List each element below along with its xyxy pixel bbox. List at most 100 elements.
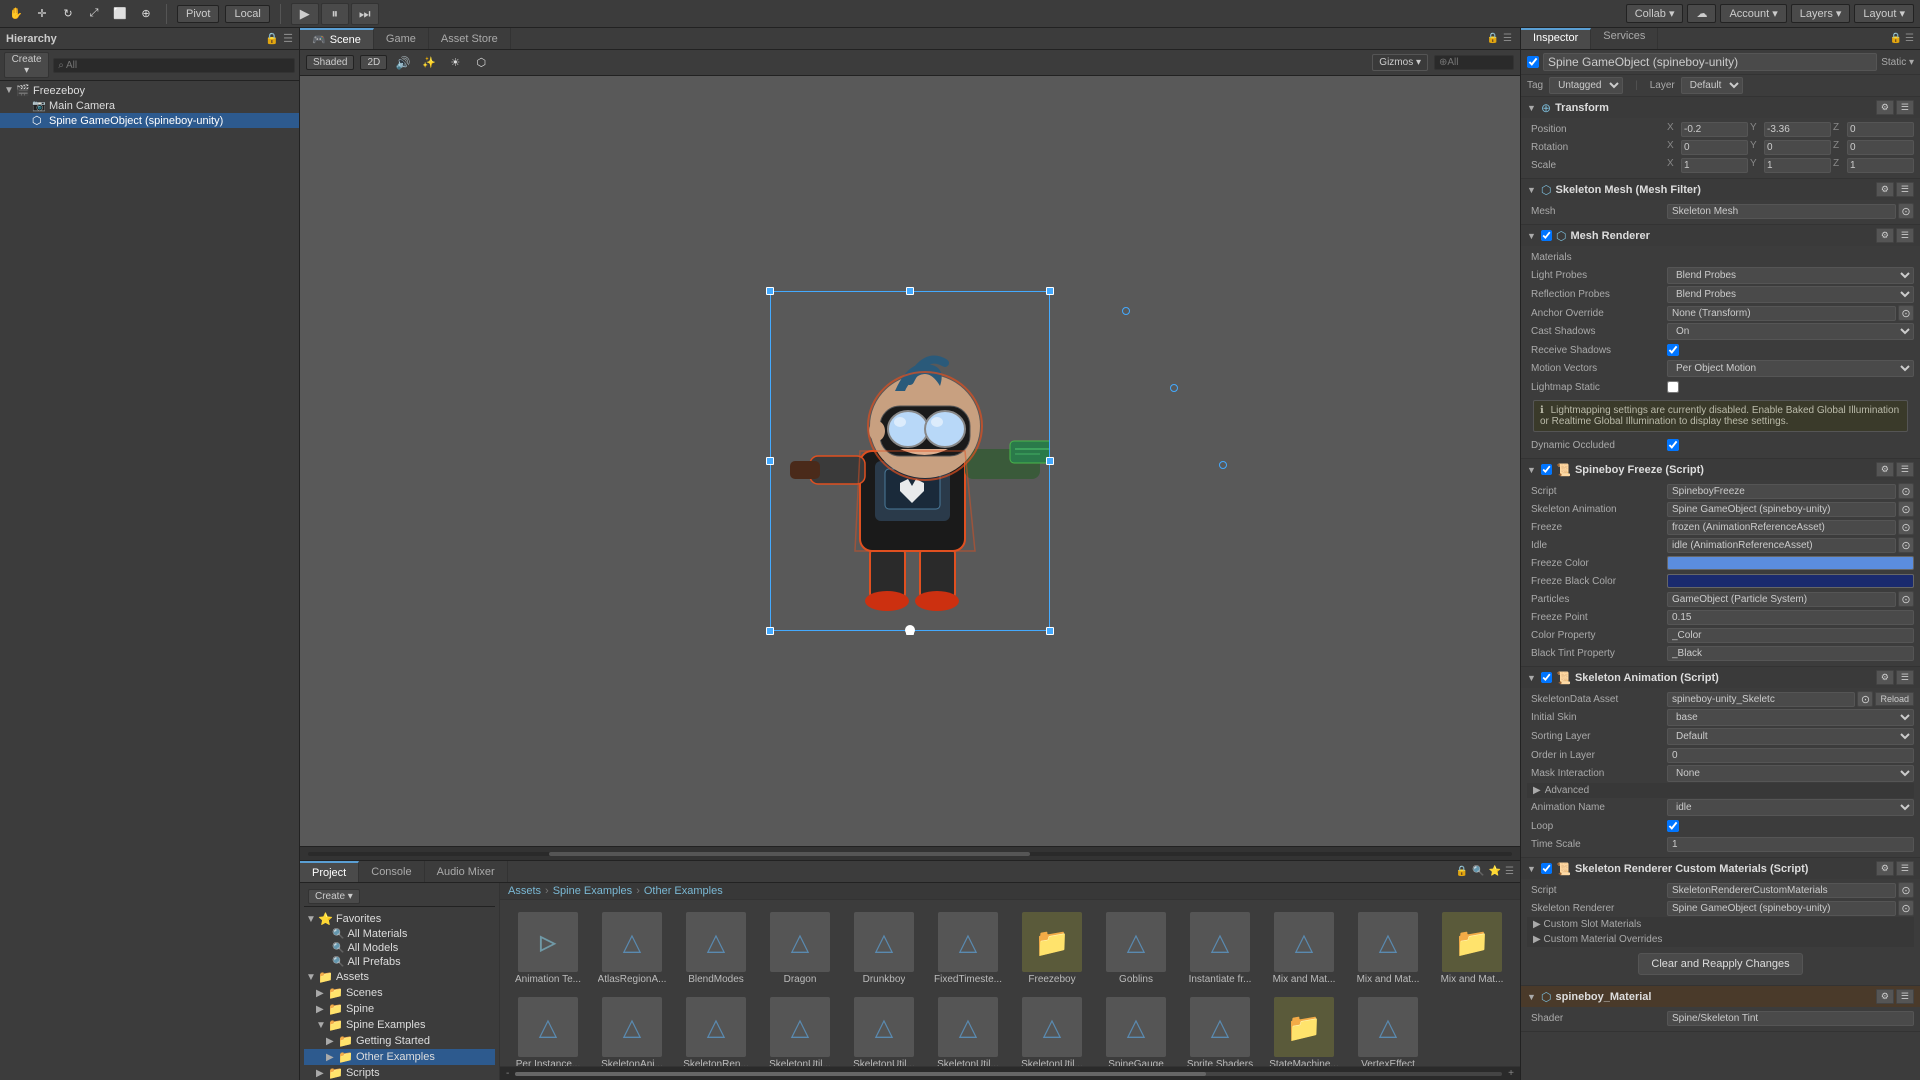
hierarchy-menu[interactable]: ☰ [283,32,293,45]
proj-item-assets[interactable]: ▼ 📁 Assets [304,969,495,985]
animation-name-select[interactable]: idle [1667,799,1914,816]
bottom-menu-icon[interactable]: ☰ [1505,866,1514,877]
color-property-input[interactable] [1667,628,1914,643]
skeleton-data-select-btn[interactable]: ⊙ [1857,691,1873,707]
breadcrumb-assets[interactable]: Assets [508,885,541,897]
asset-item-per-instance[interactable]: △ Per Instance... [508,993,588,1066]
scale-y-input[interactable] [1764,158,1831,173]
scene-skybox-btn[interactable]: ⬡ [471,53,491,73]
spineboy-freeze-enabled[interactable] [1541,464,1552,475]
transform-tool[interactable]: ⊕ [136,4,156,24]
rot-x-input[interactable] [1681,140,1748,155]
lightmap-static-checkbox[interactable] [1667,381,1679,393]
rot-y-input[interactable] [1764,140,1831,155]
asset-item-skeleton-ani[interactable]: △ SkeletonAni... [592,993,672,1066]
skeleton-renderer-custom-enabled[interactable] [1541,863,1552,874]
scale-z-input[interactable] [1847,158,1914,173]
tree-item-spine-gameobj[interactable]: ⬡ Spine GameObject (spineboy-unity) [0,113,299,128]
asset-item-dragon[interactable]: △ Dragon [760,908,840,989]
scene-search-input[interactable] [1434,55,1514,70]
asset-grid-zoom-slider[interactable] [515,1072,1502,1076]
bottom-search-icon[interactable]: 🔍 [1472,866,1484,877]
rotate-tool[interactable]: ↻ [58,4,78,24]
proj-item-other-examples[interactable]: ▶ 📁 Other Examples [304,1049,495,1065]
tab-console[interactable]: Console [359,861,424,882]
handle-center[interactable] [905,625,915,635]
reflection-probes-select[interactable]: Blend Probes [1667,286,1914,303]
handle-br[interactable] [1046,627,1054,635]
transform-settings-btn[interactable]: ⚙ [1876,100,1894,115]
asset-item-blend-modes[interactable]: △ BlendModes [676,908,756,989]
asset-item-mix-mat-2[interactable]: △ Mix and Mat... [1348,908,1428,989]
handle-tr[interactable] [1046,287,1054,295]
asset-item-skeleton-util-2[interactable]: △ SkeletonUtil... [844,993,924,1066]
move-tool[interactable]: ✛ [32,4,52,24]
tree-item-main-camera[interactable]: 📷 Main Camera [0,98,299,113]
tab-services[interactable]: Services [1591,28,1658,49]
asset-item-spine-gauge[interactable]: △ SpineGauge [1096,993,1176,1066]
receive-shadows-checkbox[interactable] [1667,344,1679,356]
mesh-select-btn[interactable]: ⊙ [1898,203,1914,219]
gizmos-btn[interactable]: Gizmos ▾ [1372,54,1428,71]
order-in-layer-input[interactable] [1667,748,1914,763]
scale-tool[interactable]: ⤢ [84,4,104,24]
anchor-override-select-btn[interactable]: ⊙ [1898,305,1914,321]
scene-lighting-btn[interactable]: ☀ [445,53,465,73]
pause-button[interactable]: ⏸ [321,3,349,25]
skeleton-anim-menu-btn[interactable]: ☰ [1896,670,1914,685]
layers-btn[interactable]: Layers ▾ [1791,4,1851,23]
asset-item-sprite-shaders[interactable]: △ Sprite Shaders [1180,993,1260,1066]
proj-item-all-models[interactable]: 🔍 All Models [304,941,495,955]
proj-item-scenes[interactable]: ▶ 📁 Scenes [304,985,495,1001]
asset-item-skeleton-util-3[interactable]: △ SkeletonUtil... [928,993,1008,1066]
asset-item-state-machine[interactable]: 📁 StateMachine... [1264,993,1344,1066]
tab-audio-mixer[interactable]: Audio Mixer [425,861,508,882]
advanced-section[interactable]: ▶ Advanced [1527,783,1914,798]
asset-item-animation-te[interactable]: ▷ Animation Te... [508,908,588,989]
skeleton-renderer-custom-settings-btn[interactable]: ⚙ [1876,861,1894,876]
freeze-select-btn[interactable]: ⊙ [1898,519,1914,535]
asset-item-skeleton-util-4[interactable]: △ SkeletonUtil... [1012,993,1092,1066]
bottom-star-icon[interactable]: ⭐ [1489,866,1501,877]
hierarchy-lock[interactable]: 🔒 [265,32,279,45]
tab-project[interactable]: Project [300,861,359,882]
asset-item-mix-mat-3[interactable]: 📁 Mix and Mat... [1432,908,1512,989]
light-probes-select[interactable]: Blend Probes [1667,267,1914,284]
motion-vectors-select[interactable]: Per Object Motion [1667,360,1914,377]
spineboy-freeze-settings-btn[interactable]: ⚙ [1876,462,1894,477]
account-btn[interactable]: Account ▾ [1720,4,1786,23]
comp-skeleton-renderer-custom-header[interactable]: ▼ 📜 Skeleton Renderer Custom Materials (… [1521,858,1920,879]
hierarchy-create-btn[interactable]: Create ▾ [4,52,49,78]
skeleton-renderer-custom-menu-btn[interactable]: ☰ [1896,861,1914,876]
scene-menu-icon[interactable]: ☰ [1503,33,1512,44]
asset-item-fixed-timeste[interactable]: △ FixedTimeste... [928,908,1008,989]
scene-scrollbar-h[interactable] [308,852,1512,856]
object-name-input[interactable] [1543,53,1877,71]
comp-spineboy-freeze-header[interactable]: ▼ 📜 Spineboy Freeze (Script) ⚙ ☰ [1521,459,1920,480]
skeleton-renderer-select-btn[interactable]: ⊙ [1898,900,1914,916]
rect-tool[interactable]: ⬜ [110,4,130,24]
proj-item-all-prefabs[interactable]: 🔍 All Prefabs [304,955,495,969]
idle-select-btn[interactable]: ⊙ [1898,537,1914,553]
mask-interaction-select[interactable]: None [1667,765,1914,782]
comp-skeleton-animation-header[interactable]: ▼ 📜 Skeleton Animation (Script) ⚙ ☰ [1521,667,1920,688]
handle-ml[interactable] [766,457,774,465]
skeleton-anim-settings-btn[interactable]: ⚙ [1876,670,1894,685]
proj-item-spine[interactable]: ▶ 📁 Spine [304,1001,495,1017]
audio-btn[interactable]: 🔊 [393,53,413,73]
mesh-renderer-enabled[interactable] [1541,230,1552,241]
play-button[interactable]: ▶ [291,3,319,25]
particles-select-btn[interactable]: ⊙ [1898,591,1914,607]
object-enabled-checkbox[interactable] [1527,56,1539,68]
collab-btn[interactable]: Collab ▾ [1626,4,1684,23]
sorting-layer-select[interactable]: Default [1667,728,1914,745]
initial-skin-select[interactable]: base [1667,709,1914,726]
asset-item-instantiate-fr[interactable]: △ Instantiate fr... [1180,908,1260,989]
asset-item-freezeboy[interactable]: 📁 Freezeboy [1012,908,1092,989]
comp-mesh-renderer-header[interactable]: ▼ ⬡ Mesh Renderer ⚙ ☰ [1521,225,1920,246]
shader-input[interactable] [1667,1011,1914,1026]
layout-btn[interactable]: Layout ▾ [1854,4,1914,23]
mesh-renderer-settings-btn[interactable]: ⚙ [1876,228,1894,243]
asset-item-drunkboy[interactable]: △ Drunkboy [844,908,924,989]
step-button[interactable]: ⏭ [351,3,379,25]
